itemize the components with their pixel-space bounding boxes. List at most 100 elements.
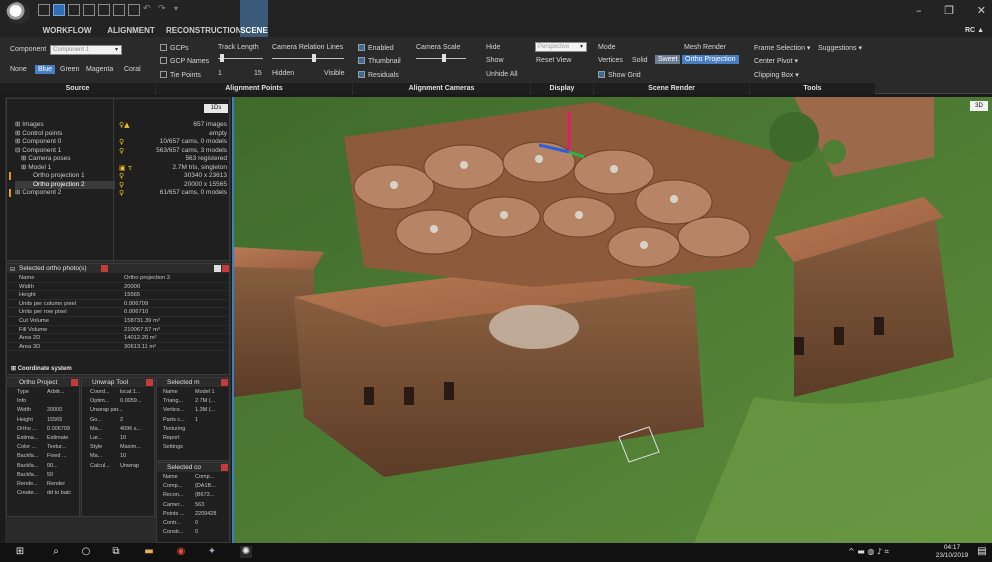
tree-item-model-1[interactable]: ⊞ Model 1 bbox=[15, 164, 115, 173]
taskbar-clock[interactable]: 04:17 23/10/2019 bbox=[934, 544, 970, 560]
system-tray-icons[interactable]: ^ ▬ ◍ ♪ ⌗ bbox=[848, 547, 889, 557]
app-logo-icon[interactable] bbox=[6, 2, 30, 24]
property-row[interactable]: Coord... local:1... bbox=[90, 388, 154, 397]
gcps-toggle[interactable]: GCPs bbox=[160, 44, 189, 52]
ortho-projection-button[interactable]: Ortho Projection bbox=[682, 55, 739, 64]
solid-button[interactable]: Solid bbox=[632, 57, 648, 64]
property-row[interactable]: Settings bbox=[163, 443, 229, 452]
undo-icon[interactable]: ↶ bbox=[143, 4, 155, 16]
scene-render[interactable] bbox=[234, 97, 992, 543]
app-icon[interactable]: ✦ bbox=[206, 546, 218, 558]
tree-item-component-2[interactable]: ⊞ Component 2 bbox=[15, 189, 115, 198]
residuals-toggle[interactable]: Residuals bbox=[358, 71, 399, 79]
windows-start-icon[interactable]: ⊞ bbox=[14, 546, 26, 558]
tree-item-control-points[interactable]: ⊞ Control points bbox=[15, 130, 115, 139]
camera-relation-slider[interactable] bbox=[272, 54, 344, 62]
close-icon[interactable] bbox=[222, 265, 229, 272]
sweet-button[interactable]: Sweet bbox=[655, 55, 681, 64]
close-icon[interactable]: ✕ bbox=[977, 4, 986, 20]
tree-item-ortho-1[interactable]: Ortho projection 1 bbox=[15, 172, 115, 181]
property-row[interactable]: Style Maxim... bbox=[90, 443, 154, 452]
suggestions-button[interactable]: Suggestions ▾ bbox=[818, 44, 862, 52]
layout-6-icon[interactable] bbox=[128, 4, 140, 16]
pin-icon[interactable] bbox=[101, 265, 108, 272]
property-row[interactable]: Camer... 563 bbox=[163, 501, 229, 510]
property-row[interactable]: Triang... 2.7M (... bbox=[163, 397, 229, 406]
hide-button[interactable]: Hide bbox=[486, 44, 500, 51]
projection-select[interactable]: Perspective ▾ bbox=[535, 42, 587, 52]
chrome-icon[interactable]: ◉ bbox=[175, 546, 187, 558]
property-row[interactable]: Calcul... Unwrap bbox=[90, 462, 154, 471]
track-length-slider[interactable] bbox=[218, 54, 263, 62]
property-row[interactable]: Optim... 0.0059... bbox=[90, 397, 154, 406]
color-coral-button[interactable]: Coral bbox=[124, 66, 141, 73]
property-row[interactable]: Parts c... 1 bbox=[163, 416, 229, 425]
tab-alignment[interactable]: ALIGNMENT bbox=[98, 24, 164, 37]
property-row[interactable]: Height 15565 bbox=[17, 416, 79, 425]
property-row[interactable]: Ortho ... 0.006709 bbox=[17, 425, 79, 434]
property-row[interactable]: Contr... 0 bbox=[163, 519, 229, 528]
layout-3-icon[interactable] bbox=[83, 4, 95, 16]
property-row[interactable]: Recon... {B673... bbox=[163, 491, 229, 500]
file-explorer-icon[interactable]: ▬ bbox=[143, 546, 155, 558]
layout-2-icon[interactable] bbox=[68, 4, 80, 16]
enabled-toggle[interactable]: Enabled bbox=[358, 44, 394, 52]
search-icon[interactable]: ⌕ bbox=[50, 546, 62, 558]
unhide-all-button[interactable]: Unhide All bbox=[486, 71, 518, 78]
show-grid-toggle[interactable]: Show Grid bbox=[598, 71, 641, 79]
task-view-icon[interactable]: ⧉ bbox=[110, 546, 122, 558]
property-row[interactable]: Estima... Estimate bbox=[17, 434, 79, 443]
vertices-button[interactable]: Vertices bbox=[598, 57, 623, 64]
property-row[interactable]: Ma... 4096 s... bbox=[90, 425, 154, 434]
close-icon[interactable] bbox=[221, 464, 228, 471]
collapse-icon[interactable]: ⊟ bbox=[10, 266, 15, 273]
property-row[interactable]: Go... 2 bbox=[90, 416, 154, 425]
reset-view-button[interactable]: Reset View bbox=[536, 57, 571, 64]
minimize-icon[interactable]: – bbox=[916, 4, 922, 20]
ortho-property-row[interactable]: Units per column pixel 0.006709 bbox=[7, 300, 229, 309]
tree-item-ortho-2[interactable]: Ortho projection 2 bbox=[15, 180, 115, 189]
property-row[interactable]: Backfa... 00... bbox=[17, 462, 79, 471]
property-row[interactable]: Type Arbitr... bbox=[17, 388, 79, 397]
tree-item-component-1[interactable]: ⊟ Component 1 bbox=[15, 147, 115, 156]
tab-workflow[interactable]: WORKFLOW bbox=[38, 24, 96, 37]
property-row[interactable]: Width 20000 bbox=[17, 406, 79, 415]
ortho-property-row[interactable]: Width 20000 bbox=[7, 283, 229, 292]
redo-icon[interactable]: ↷ bbox=[158, 4, 170, 16]
tree-item-component-0[interactable]: ⊞ Component 0 bbox=[15, 138, 115, 147]
ortho-property-row[interactable]: Area 2D 14012.20 m² bbox=[7, 334, 229, 343]
ortho-property-row[interactable]: Units per row pixel 0.006710 bbox=[7, 308, 229, 317]
quick-access-save-icon[interactable] bbox=[38, 4, 50, 16]
coordinate-system-section[interactable]: ⊞ Coordinate system bbox=[11, 365, 72, 372]
cortana-icon[interactable]: ○ bbox=[80, 546, 92, 558]
center-pivot-button[interactable]: Center Pivot ▾ bbox=[754, 57, 798, 65]
realitycapture-taskbar-icon[interactable]: ✺ bbox=[240, 546, 252, 558]
ortho-property-row[interactable]: Name Ortho projection 2 bbox=[7, 274, 229, 283]
ortho-property-row[interactable]: Height 15565 bbox=[7, 291, 229, 300]
camera-scale-slider[interactable] bbox=[416, 54, 466, 62]
tab-reconstruction[interactable]: RECONSTRUCTION bbox=[166, 24, 242, 37]
color-magenta-button[interactable]: Magenta bbox=[86, 66, 113, 73]
property-row[interactable]: Name Comp... bbox=[163, 473, 229, 482]
property-row[interactable]: Color ... Textur... bbox=[17, 443, 79, 452]
property-row[interactable]: Points ... 2209428 bbox=[163, 510, 229, 519]
layout-1-icon[interactable] bbox=[53, 4, 65, 16]
color-green-button[interactable]: Green bbox=[60, 66, 79, 73]
tab-scene[interactable]: SCENE bbox=[240, 24, 268, 37]
ortho-property-row[interactable]: Cut Volume 158731.39 m³ bbox=[7, 317, 229, 326]
color-blue-button[interactable]: Blue bbox=[35, 65, 56, 74]
gcp-names-toggle[interactable]: GCP Names bbox=[160, 57, 209, 65]
maximize-icon[interactable]: ❐ bbox=[944, 4, 954, 20]
dock-icon[interactable] bbox=[214, 265, 221, 272]
property-row[interactable]: Backfa... 50 bbox=[17, 471, 79, 480]
component-select[interactable]: Component 1 ▾ bbox=[50, 45, 122, 55]
thumbnail-toggle[interactable]: Thumbnail bbox=[358, 57, 401, 65]
customize-toolbar-icon[interactable]: ▾ bbox=[174, 4, 186, 16]
close-icon[interactable] bbox=[71, 379, 78, 386]
property-row[interactable]: Rende... Render bbox=[17, 480, 79, 489]
property-row[interactable]: Name Model 1 bbox=[163, 388, 229, 397]
ortho-property-row[interactable]: Area 3D 30613.11 m² bbox=[7, 343, 229, 352]
property-row[interactable]: Lar... 10 bbox=[90, 434, 154, 443]
property-row[interactable]: Create... dd to batc bbox=[17, 489, 79, 498]
ortho-property-row[interactable]: Fill Volume 210067.57 m³ bbox=[7, 326, 229, 335]
